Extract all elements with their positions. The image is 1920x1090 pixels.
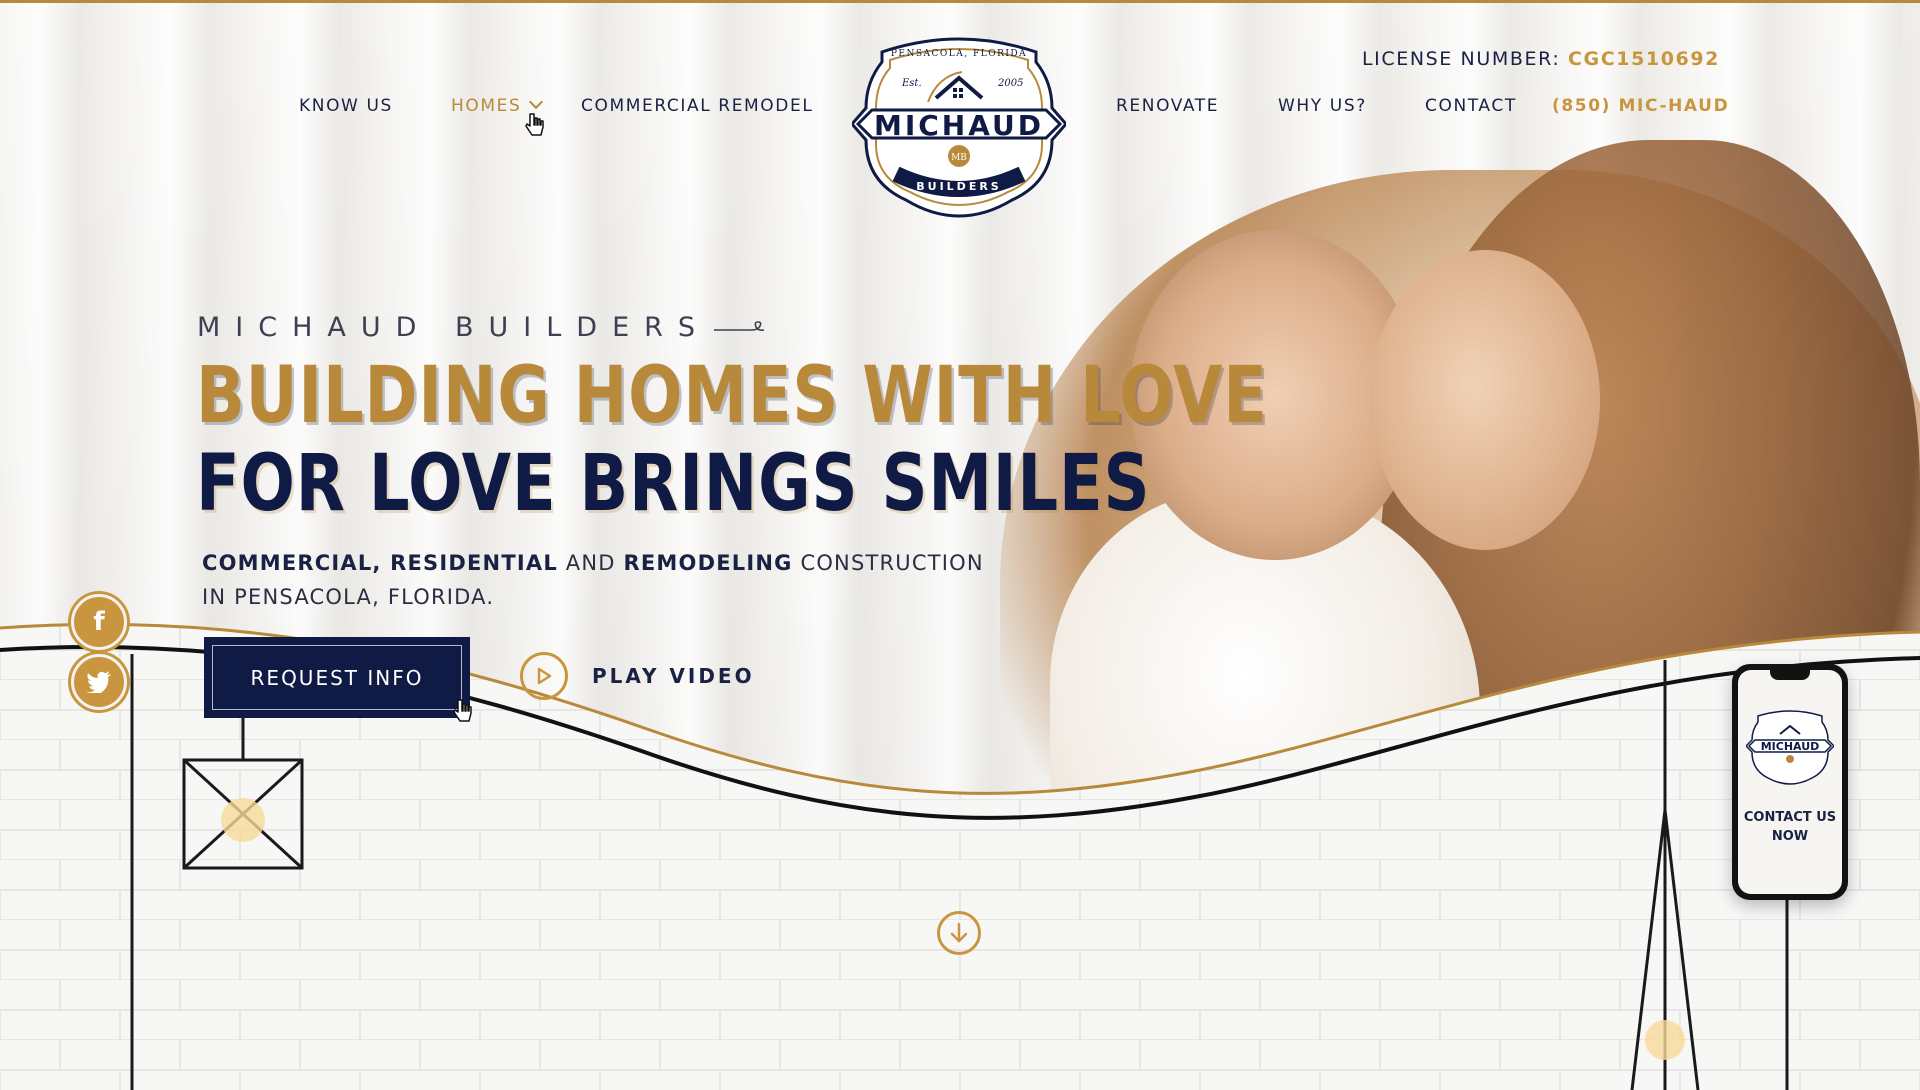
nav-item-contact[interactable]: CONTACT xyxy=(1425,96,1517,116)
logo-monogram: MB xyxy=(951,153,967,163)
michaud-builders-logo[interactable]: PENSACOLA, FLORIDA Est. 2005 MICHAUD MB … xyxy=(850,32,1068,224)
logo-top-text: PENSACOLA, FLORIDA xyxy=(891,49,1027,59)
nav-phone-link[interactable]: (850) MIC-HAUD xyxy=(1552,96,1729,116)
play-video-button[interactable]: PLAY VIDEO xyxy=(520,652,755,700)
phone-logo-name: MICHAUD xyxy=(1761,740,1820,753)
play-video-label: PLAY VIDEO xyxy=(592,664,755,688)
subtitle-text-1: AND xyxy=(557,551,624,575)
hero-headline-line-1: BUILDING HOMES WITH LOVE xyxy=(196,351,1268,441)
facebook-link[interactable]: f xyxy=(71,594,127,650)
subtitle-bold-2: REMODELING xyxy=(623,551,793,575)
contact-us-now-label: CONTACT US NOW xyxy=(1743,810,1837,844)
chevron-down-icon xyxy=(529,94,544,110)
pointer-cursor-icon xyxy=(525,113,544,136)
photo-mother-face xyxy=(1370,250,1600,550)
scroll-down-button[interactable] xyxy=(937,911,981,955)
phone-logo: MICHAUD xyxy=(1746,710,1834,785)
phone-notch xyxy=(1770,670,1810,680)
page: LICENSE NUMBER: CGC1510692 KNOW US HOMES… xyxy=(0,0,1920,1090)
hero-eyebrow: MICHAUD BUILDERS xyxy=(197,312,711,343)
license-value: CGC1510692 xyxy=(1567,48,1720,70)
nav-item-homes-label: HOMES xyxy=(451,96,522,116)
nav-item-why-us[interactable]: WHY US? xyxy=(1278,96,1367,116)
logo-name-text: MICHAUD xyxy=(874,109,1044,142)
arrow-down-icon xyxy=(950,922,968,943)
nav-item-renovate[interactable]: RENOVATE xyxy=(1116,96,1219,116)
pointer-cursor-icon xyxy=(453,699,472,722)
logo-bottom-text: BUILDERS xyxy=(916,180,1001,193)
license-label: LICENSE NUMBER: xyxy=(1361,48,1568,70)
twitter-icon xyxy=(86,671,111,693)
twitter-link[interactable] xyxy=(71,654,127,710)
nav-item-commercial-remodel[interactable]: COMMERCIAL REMODEL xyxy=(581,96,813,116)
hero-headline: BUILDING HOMES WITH LOVE FOR LOVE BRINGS… xyxy=(196,352,1268,528)
request-info-label: REQUEST INFO xyxy=(212,645,462,710)
subtitle-bold-1: COMMERCIAL, RESIDENTIAL xyxy=(202,551,558,575)
facebook-icon: f xyxy=(93,607,105,637)
request-info-button[interactable]: REQUEST INFO xyxy=(204,637,470,718)
logo-est-text: Est. xyxy=(901,78,922,89)
logo-year-text: 2005 xyxy=(997,78,1023,89)
nav-item-know-us[interactable]: KNOW US xyxy=(299,96,393,116)
hero-subtitle: COMMERCIAL, RESIDENTIAL AND REMODELING C… xyxy=(202,546,992,614)
play-icon xyxy=(520,652,568,700)
hero-headline-line-2: FOR LOVE BRINGS SMILES xyxy=(196,439,1151,529)
top-accent-line xyxy=(0,0,1920,3)
flourish-icon xyxy=(714,321,765,331)
license-number: LICENSE NUMBER: CGC1510692 xyxy=(1362,48,1720,70)
contact-phone-widget[interactable]: MICHAUD CONTACT US NOW xyxy=(1732,664,1848,900)
